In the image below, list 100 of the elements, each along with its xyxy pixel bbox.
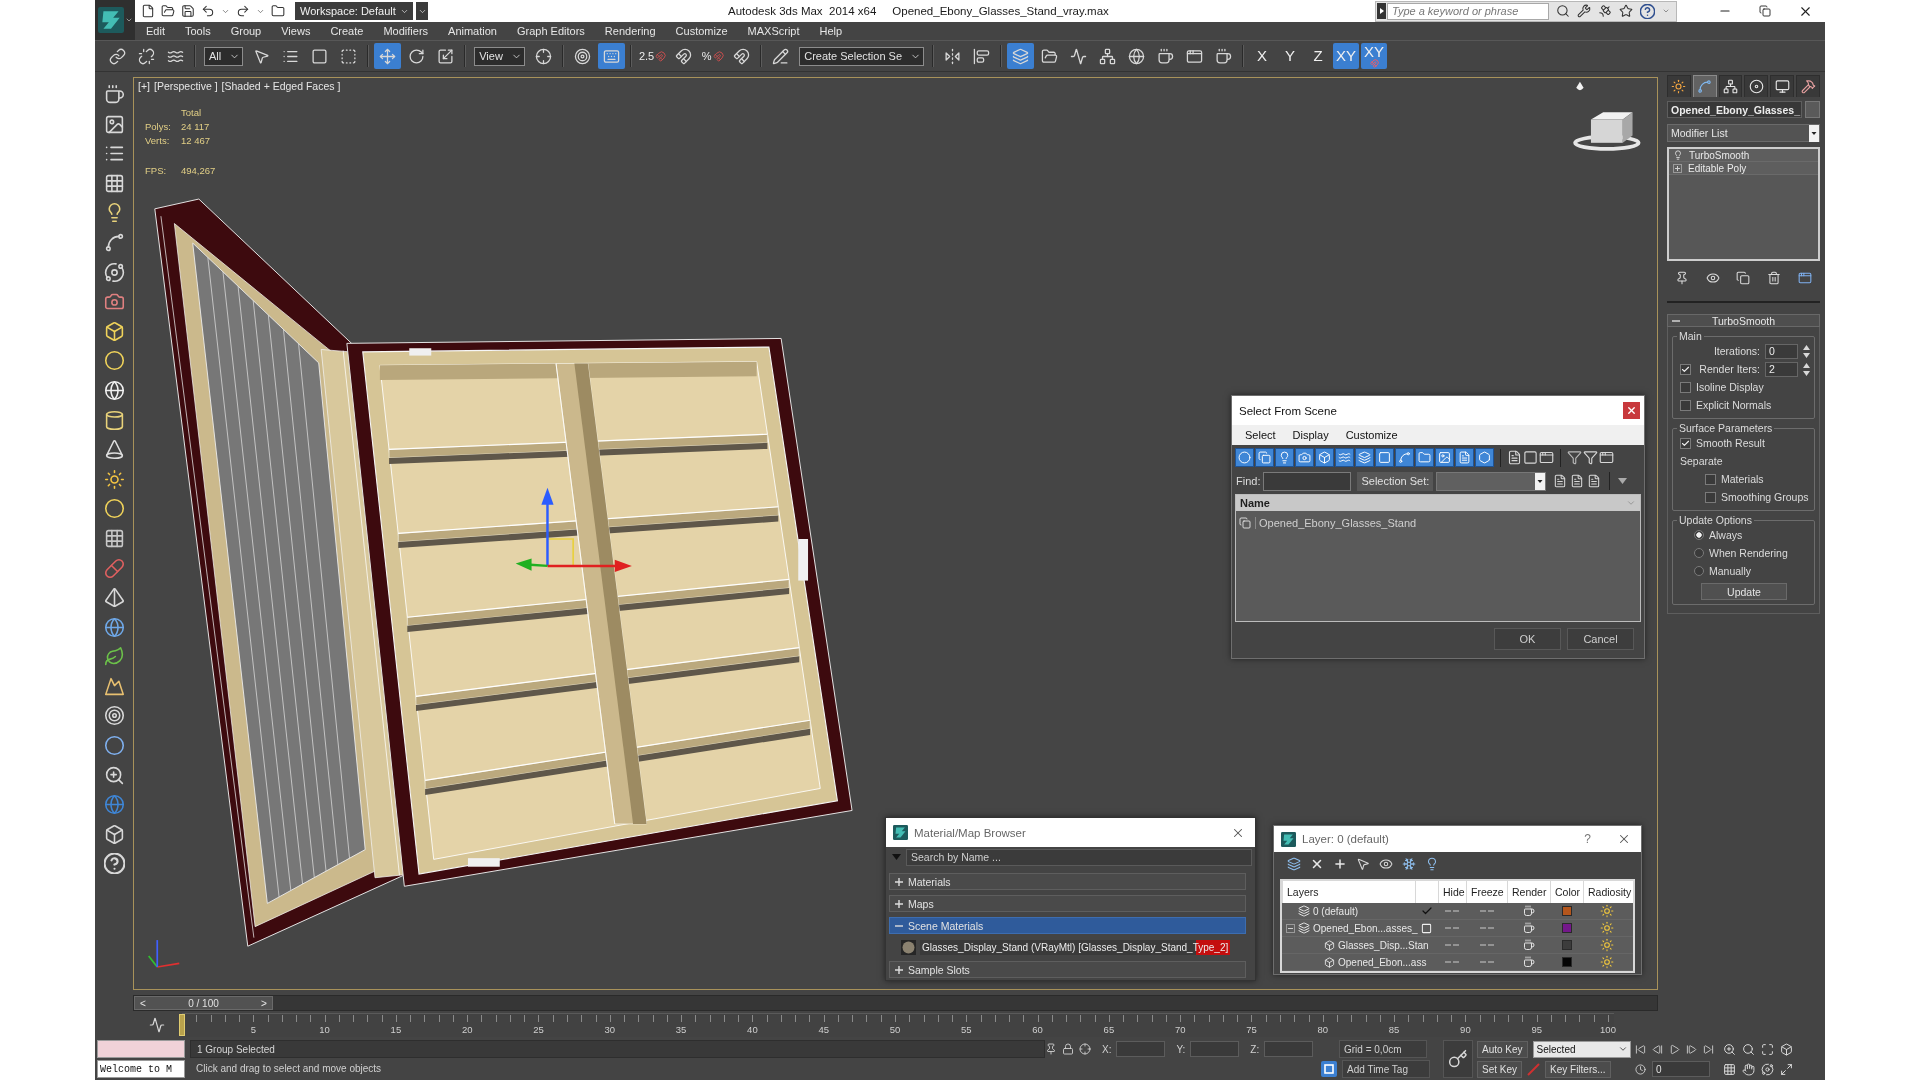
menu-item[interactable]: Tools [184, 25, 211, 37]
menu-item[interactable]: Animation [448, 25, 497, 37]
panel-tab[interactable] [1796, 75, 1820, 97]
color-swatch[interactable] [1561, 906, 1572, 916]
help-icon[interactable] [1640, 3, 1655, 19]
axis-button[interactable]: XY [1333, 43, 1360, 69]
filter-toggle[interactable] [1455, 448, 1474, 467]
globe-icon[interactable] [103, 616, 125, 638]
clock-icon[interactable] [1635, 1063, 1646, 1075]
menu-item[interactable]: Graph Editors [516, 25, 585, 37]
hand-icon[interactable] [1742, 1062, 1755, 1076]
orbit-icon[interactable] [1761, 1062, 1774, 1076]
coordinate-system-dropdown[interactable]: View [474, 46, 525, 66]
timeline-ruler[interactable]: 5 10 15 20 25 30 35 40 45 50 55 60 65 70 75 80 85 90 95 100 [182, 1013, 1614, 1037]
object-row[interactable]: Opened_Ebon...ass [1282, 954, 1633, 971]
window-icon[interactable] [1797, 271, 1812, 285]
trash-icon[interactable] [1767, 271, 1782, 285]
play-icon[interactable] [1669, 1043, 1680, 1055]
cube-icon[interactable] [103, 823, 125, 845]
checkbox[interactable] [1680, 363, 1691, 375]
filter-toggle[interactable] [1335, 448, 1354, 467]
caret-icon[interactable] [1535, 472, 1546, 490]
copy-icon[interactable] [1736, 271, 1751, 285]
checkbox[interactable] [1680, 381, 1691, 393]
filter-icon[interactable] [1583, 450, 1598, 465]
cup-icon[interactable] [1522, 922, 1535, 934]
target-icon[interactable] [103, 705, 125, 727]
scene-explorer-button[interactable] [1007, 43, 1035, 69]
delete-icon[interactable] [1310, 857, 1324, 871]
viewport-label[interactable]: [+] [138, 80, 150, 92]
radio-button[interactable] [1694, 566, 1704, 576]
skip-back-icon[interactable] [1635, 1043, 1646, 1055]
filter-toggle[interactable] [1435, 448, 1454, 467]
frame-field[interactable]: 0 [1652, 1061, 1710, 1077]
time-slider-thumb[interactable]: < 0 / 100 > [134, 996, 273, 1010]
axis-button[interactable]: X [1249, 43, 1276, 69]
cube-icon[interactable] [1780, 1042, 1793, 1056]
coordinate-field[interactable] [1116, 1041, 1166, 1057]
radio-button[interactable] [1694, 530, 1704, 540]
expand-icon[interactable] [1780, 1062, 1793, 1076]
next-frame-button[interactable]: > [259, 997, 269, 1009]
leaf-icon[interactable] [103, 646, 125, 668]
panel-tab[interactable] [1770, 75, 1795, 97]
pointer-icon[interactable] [1356, 857, 1370, 871]
menu-item[interactable]: Customize [1345, 429, 1398, 441]
menu-item[interactable]: Create [330, 25, 364, 37]
open-folder-icon[interactable] [161, 4, 175, 18]
checkbox[interactable] [1705, 491, 1716, 503]
eye-icon[interactable] [1379, 857, 1393, 871]
object-row[interactable]: Glasses_Disp...Stan [1282, 937, 1633, 954]
checkbox[interactable] [1680, 399, 1691, 411]
document-icon[interactable] [1507, 450, 1522, 465]
menu-item[interactable]: Edit [146, 25, 165, 37]
menu-item[interactable]: Group [230, 25, 262, 37]
search-field[interactable]: Search by Name ... [906, 848, 1252, 866]
radio-button[interactable] [1694, 548, 1704, 558]
spinner-arrows-icon[interactable] [1803, 362, 1810, 376]
spline-icon[interactable] [103, 231, 125, 253]
move-button[interactable] [374, 43, 402, 69]
spinner-field[interactable]: 0 [1765, 343, 1798, 359]
layer-row[interactable]: Opened_Ebon...asses_ [1282, 920, 1633, 937]
menu-item[interactable]: Views [281, 25, 311, 37]
customize-toolbar-button[interactable] [416, 2, 428, 20]
previous-frame-button[interactable]: < [138, 997, 148, 1009]
redo-icon[interactable] [236, 4, 250, 18]
object-color-swatch[interactable] [1805, 101, 1820, 118]
set-key-button[interactable]: Set Key [1477, 1060, 1523, 1078]
application-button[interactable] [95, 0, 135, 40]
grid-icon[interactable] [103, 527, 125, 549]
color-swatch[interactable] [1561, 923, 1572, 933]
skip-forward-icon[interactable] [1703, 1043, 1714, 1055]
crosshair-icon[interactable] [1079, 1043, 1091, 1055]
caret-icon[interactable] [1809, 124, 1819, 142]
spinner-field[interactable]: 2 [1765, 361, 1798, 377]
menu-item[interactable]: MAXScript [747, 25, 800, 37]
panel-tab[interactable] [1744, 75, 1769, 97]
coordinate-field[interactable] [1264, 1041, 1314, 1057]
auto-key-button[interactable]: Auto Key [1477, 1040, 1528, 1058]
filter-toggle[interactable] [1395, 448, 1414, 467]
named-selection-dropdown[interactable]: Create Selection Se [799, 46, 925, 66]
add-icon[interactable] [1333, 857, 1347, 871]
menu-item[interactable]: Help [819, 25, 843, 37]
filter-icon[interactable] [1567, 450, 1582, 465]
square-icon[interactable] [1523, 450, 1538, 465]
grid-icon[interactable] [1723, 1062, 1736, 1076]
filter-toggle[interactable] [1355, 448, 1374, 467]
filter-toggle[interactable] [1315, 448, 1334, 467]
search-icon[interactable] [1742, 1042, 1755, 1056]
panel-tab[interactable] [1667, 75, 1691, 97]
search-field[interactable]: Type a keyword or phrase [1387, 2, 1549, 20]
cylinder-icon[interactable] [103, 409, 125, 431]
filter-toggle[interactable] [1275, 448, 1294, 467]
modifier-list-dropdown[interactable]: Modifier List [1667, 124, 1820, 142]
color-swatch[interactable] [1561, 940, 1572, 950]
pyramid-icon[interactable] [103, 587, 125, 609]
menu-item[interactable]: Customize [675, 25, 728, 37]
axis-button[interactable]: Y [1277, 43, 1304, 69]
pin-icon[interactable] [1045, 1043, 1057, 1055]
mountain-icon[interactable] [103, 675, 125, 697]
find-field[interactable] [1263, 471, 1352, 491]
